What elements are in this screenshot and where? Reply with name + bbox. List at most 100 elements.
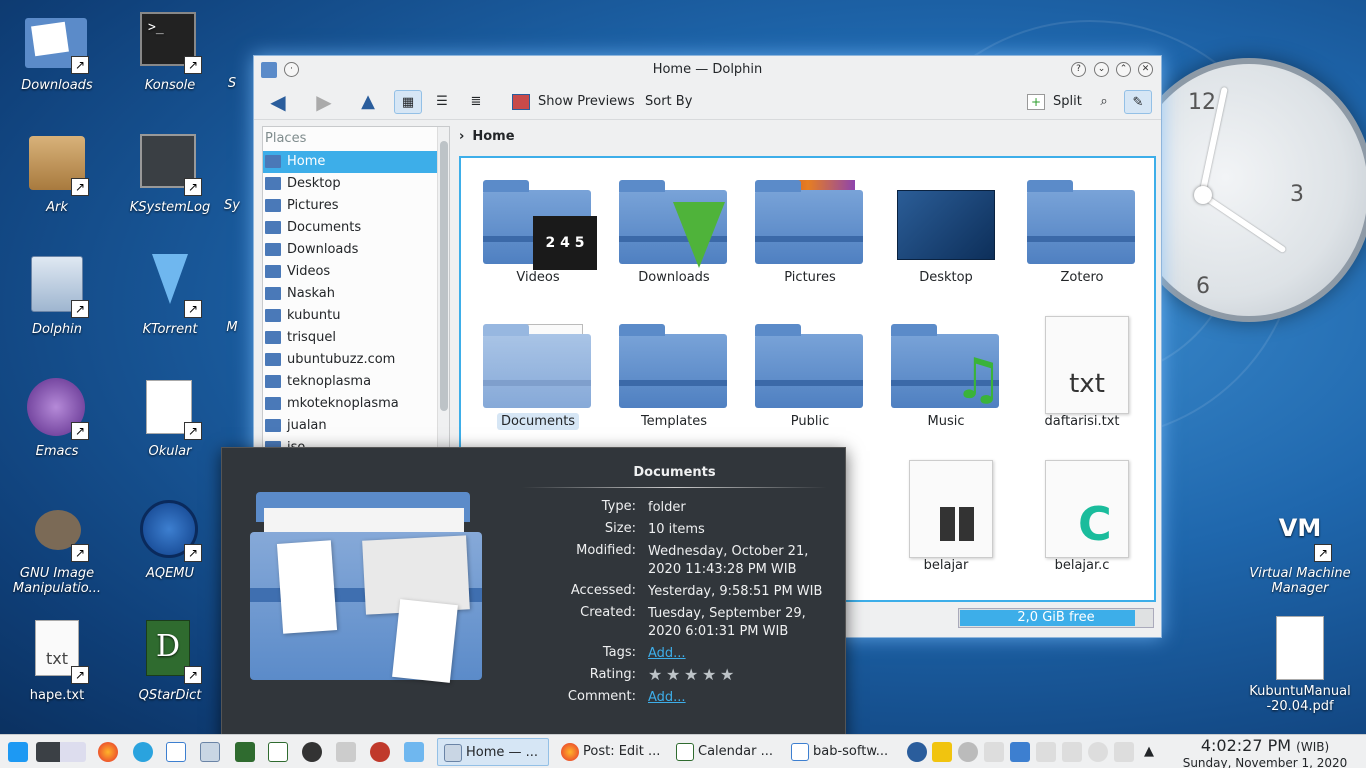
minimize-button[interactable]: ⌄ [1094, 62, 1109, 77]
file-item-pictures[interactable]: Pictures [745, 172, 875, 285]
firefox-icon[interactable] [98, 742, 118, 762]
file-item-belajar-c[interactable]: C belajar.c [1017, 460, 1147, 573]
desktop-icon-hape-txt[interactable]: txt ↗ hape.txt [2, 620, 112, 703]
forward-button[interactable]: ▶ [310, 90, 338, 114]
window-titlebar[interactable]: · Home — Dolphin ? ⌄ ⌃ ✕ [254, 56, 1161, 84]
star-icon[interactable]: ★ [684, 667, 700, 683]
task-firefox[interactable]: Post: Edit ... [555, 738, 667, 766]
file-item-videos[interactable]: 2 4 5 Videos [473, 172, 603, 285]
places-item-trisquel[interactable]: trisquel [263, 327, 437, 349]
calendar-launcher-icon[interactable] [268, 742, 288, 762]
sort-by-button[interactable]: Sort By [645, 90, 692, 114]
details-view-button[interactable]: ≣ [462, 90, 490, 114]
desktop-icon-qstardict[interactable]: D ↗ QStarDict [115, 620, 225, 703]
file-cabinet-icon: ↗ [25, 254, 89, 318]
desktop-icon-ksystemlog[interactable]: ↗ KSystemLog [115, 132, 225, 215]
file-item-desktop[interactable]: Desktop [881, 172, 1011, 285]
star-icon[interactable]: ★ [666, 667, 682, 683]
videos-folder-icon: 2 4 5 [483, 172, 597, 270]
folder-icon [619, 316, 729, 408]
desktop-icon-gimp[interactable]: ↗ GNU Image Manipulatio... [2, 498, 112, 596]
settings-gear-icon[interactable] [958, 742, 978, 762]
star-icon[interactable]: ★ [720, 667, 736, 683]
desktop-icon-konsole[interactable]: >_ ↗ Konsole [115, 10, 225, 93]
help-button[interactable]: ? [1071, 62, 1086, 77]
free-space-indicator[interactable]: 2,0 GiB free [958, 608, 1154, 628]
volume-icon[interactable] [1036, 742, 1056, 762]
digital-clock[interactable]: 4:02:27 PM (WIB) Sunday, November 1, 202… [1165, 735, 1365, 768]
places-item-mkoteknoplasma[interactable]: mkoteknoplasma [263, 393, 437, 415]
file-item-downloads[interactable]: Downloads [609, 172, 739, 285]
places-item-documents[interactable]: Documents [263, 217, 437, 239]
desktop-icon-emacs[interactable]: ↗ Emacs [2, 376, 112, 459]
places-item-ubuntubuzz-com[interactable]: ubuntubuzz.com [263, 349, 437, 371]
places-item-home[interactable]: Home [263, 151, 437, 173]
desktop-icon-ktorrent[interactable]: ↗ KTorrent [115, 254, 225, 337]
close-button[interactable]: ✕ [1138, 62, 1153, 77]
bluetooth-icon[interactable] [1062, 742, 1082, 762]
clock-numeral: 12 [1188, 90, 1216, 115]
places-item-desktop[interactable]: Desktop [263, 173, 437, 195]
scrollbar-thumb[interactable] [440, 141, 448, 411]
places-item-pictures[interactable]: Pictures [263, 195, 437, 217]
folder-icon [265, 243, 281, 256]
star-icon[interactable]: ★ [648, 667, 664, 683]
task-text-editor[interactable]: bab-softw... [785, 738, 897, 766]
breadcrumb[interactable]: › Home [459, 126, 515, 148]
clock-numeral: 3 [1290, 182, 1304, 207]
ktorrent-launcher-icon[interactable] [404, 742, 424, 762]
places-item-naskah[interactable]: Naskah [263, 283, 437, 305]
dolphin-launcher-icon[interactable] [200, 742, 220, 762]
compact-view-button[interactable]: ☰ [428, 90, 456, 114]
find-button[interactable]: ⌕ [1090, 90, 1118, 114]
add-comment-link[interactable]: Add... [648, 689, 828, 707]
task-dolphin[interactable]: Home — ... [437, 738, 549, 766]
add-tags-link[interactable]: Add... [648, 645, 828, 663]
desktop-icon-ark[interactable]: ↗ Ark [2, 132, 112, 215]
places-item-downloads[interactable]: Downloads [263, 239, 437, 261]
desktop-icon-okular[interactable]: ↗ Okular [115, 376, 225, 459]
task-calendar[interactable]: Calendar ... [670, 738, 782, 766]
star-icon[interactable]: ★ [702, 667, 718, 683]
desktop-icon-downloads[interactable]: ↗ Downloads [2, 10, 112, 93]
desktop-icon-kubuntu-manual[interactable]: KubuntuManual -20.04.pdf [1245, 616, 1355, 714]
control-menu-button[interactable]: ✎ [1124, 90, 1152, 114]
up-button[interactable]: ▲ [354, 90, 382, 114]
tray-expand-icon[interactable]: ▲ [1144, 741, 1154, 763]
wifi-icon[interactable] [1114, 742, 1134, 762]
icons-view-button[interactable]: ▦ [394, 90, 422, 114]
places-item-jualan[interactable]: jualan [263, 415, 437, 437]
places-item-teknoplasma[interactable]: teknoplasma [263, 371, 437, 393]
telegram-icon[interactable] [133, 742, 153, 762]
file-item-zotero[interactable]: Zotero [1017, 172, 1147, 285]
folder-icon [1027, 172, 1137, 264]
file-item-public[interactable]: Public [745, 316, 875, 429]
file-item-documents[interactable]: Documents [473, 316, 603, 430]
info-icon[interactable] [907, 742, 927, 762]
file-item-belajar[interactable]: belajar [881, 460, 1011, 573]
show-previews-button[interactable]: Show Previews [512, 90, 635, 114]
desktop-icon-dolphin[interactable]: ↗ Dolphin [2, 254, 112, 337]
text-editor-icon[interactable] [166, 742, 186, 762]
network-tool-icon[interactable] [336, 742, 356, 762]
desktop-icon-virt-manager[interactable]: VM ↗ Virtual Machine Manager [1245, 498, 1355, 596]
places-item-kubuntu[interactable]: kubuntu [263, 305, 437, 327]
desktop-icon-aqemu[interactable]: ↗ AQEMU [115, 498, 225, 581]
file-item-daftarisi-txt[interactable]: txt daftarisi.txt [1017, 316, 1147, 429]
maximize-button[interactable]: ⌃ [1116, 62, 1131, 77]
klipper-icon[interactable] [932, 742, 952, 762]
file-item-templates[interactable]: Templates [609, 316, 739, 429]
vpn-icon[interactable] [1088, 742, 1108, 762]
scissors-icon[interactable] [984, 742, 1004, 762]
rating-stars[interactable]: ★ ★ ★ ★ ★ [648, 667, 828, 686]
split-button[interactable]: + Split [1027, 90, 1082, 114]
file-item-music[interactable]: ♫ Music [881, 316, 1011, 429]
display-icon[interactable] [1010, 742, 1030, 762]
virtual-desktop-pager[interactable] [36, 742, 86, 762]
back-button[interactable]: ◀ [264, 90, 292, 114]
inkscape-icon[interactable] [302, 742, 322, 762]
zotero-launcher-icon[interactable] [370, 742, 390, 762]
qstardict-launcher-icon[interactable] [235, 742, 255, 762]
places-item-videos[interactable]: Videos [263, 261, 437, 283]
application-launcher-icon[interactable] [8, 742, 28, 762]
